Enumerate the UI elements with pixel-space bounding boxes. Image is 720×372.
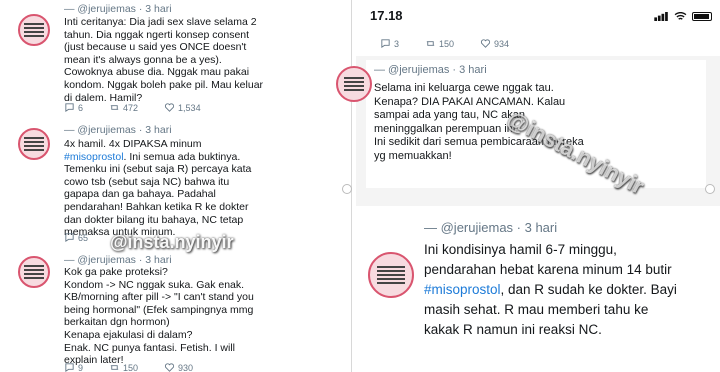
reply-icon [65, 103, 74, 113]
tweet-actions: 65 [64, 232, 114, 243]
retweet-button[interactable]: 150 [425, 38, 454, 49]
retweet-button[interactable]: 150 [109, 362, 138, 372]
tweet-actions: 9 150 930 [64, 362, 219, 372]
like-button[interactable]: 934 [480, 38, 509, 49]
reply-button[interactable]: 3 [380, 38, 399, 49]
battery-icon [692, 12, 712, 21]
avatar[interactable] [18, 128, 50, 160]
tweet-text: Inti ceritanya: Dia jadi sex slave selam… [64, 16, 264, 104]
left-screenshot-panel: — @jerujiemas · 3 hari Inti ceritanya: D… [0, 0, 352, 372]
reply-button[interactable]: 65 [64, 232, 88, 243]
tweet-3[interactable]: — @jerujiemas · 3 hari Kok ga pake prote… [0, 252, 351, 372]
tweet-handle[interactable]: — @jerujiemas · 3 hari [64, 124, 172, 136]
heart-icon [480, 39, 491, 48]
watermark: @insta.nyinyir [110, 232, 234, 252]
reply-button[interactable]: 6 [64, 102, 83, 113]
reply-icon [65, 233, 74, 243]
carousel-prev-button[interactable] [342, 184, 352, 194]
hashtag-link[interactable]: #misoprostol [424, 282, 501, 297]
carousel-next-button[interactable] [705, 184, 715, 194]
tweet-handle[interactable]: — @jerujiemas · 3 hari [424, 220, 557, 235]
tweet-text: Ini kondisinya hamil 6-7 minggu, pendara… [424, 242, 677, 337]
retweet-button[interactable]: 472 [109, 102, 138, 113]
tweet-5[interactable]: — @jerujiemas · 3 hari Ini kondisinya ha… [356, 206, 720, 372]
retweet-icon [110, 105, 119, 110]
hashtag-link[interactable]: #misoprostol [64, 151, 124, 163]
avatar[interactable] [18, 14, 50, 46]
signal-icon [654, 12, 668, 21]
tweet-text: 4x hamil. 4x DIPAKSA minum #misoprostol.… [64, 138, 252, 239]
status-time: 17.18 [370, 8, 403, 23]
avatar[interactable] [18, 256, 50, 288]
status-bar: 17.18 [356, 0, 720, 30]
like-button[interactable]: 1,534 [164, 102, 201, 113]
tweet-2[interactable]: — @jerujiemas · 3 hari 4x hamil. 4x DIPA… [0, 122, 351, 248]
previous-tweet-actions-card: 3 150 934 [356, 30, 720, 56]
tweet-handle[interactable]: — @jerujiemas · 3 hari [64, 3, 172, 15]
reply-icon [381, 39, 390, 49]
heart-icon [164, 103, 175, 112]
retweet-icon [426, 41, 435, 46]
reply-icon [65, 363, 74, 372]
tweet-handle[interactable]: — @jerujiemas · 3 hari [374, 64, 487, 76]
retweet-icon [110, 365, 119, 370]
tweet-1[interactable]: — @jerujiemas · 3 hari Inti ceritanya: D… [0, 0, 351, 118]
like-button[interactable]: 930 [164, 362, 193, 372]
tweet-actions: 3 150 934 [380, 38, 535, 49]
tweet-actions: 6 472 1,534 [64, 102, 227, 113]
avatar[interactable] [336, 66, 372, 102]
tweet-text: Kok ga pake proteksi? Kondom -> NC nggak… [64, 266, 254, 367]
wifi-icon [674, 12, 687, 20]
heart-icon [164, 363, 175, 372]
reply-button[interactable]: 9 [64, 362, 83, 372]
tweet-handle[interactable]: — @jerujiemas · 3 hari [64, 254, 172, 266]
avatar[interactable] [368, 252, 414, 298]
